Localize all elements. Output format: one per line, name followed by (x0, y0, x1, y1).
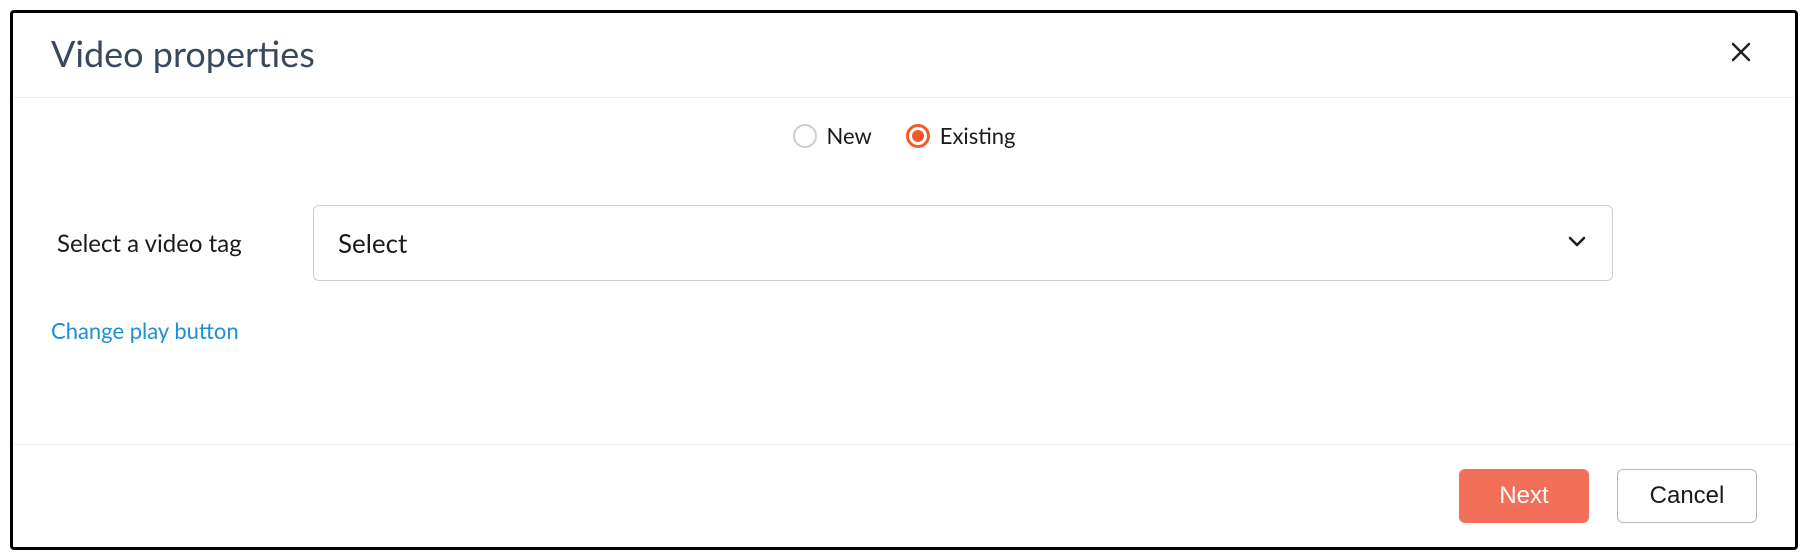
radio-new-label: New (827, 122, 872, 149)
dialog-body: New Existing Select a video tag Select (13, 98, 1795, 444)
close-icon (1729, 40, 1753, 67)
change-play-button-link[interactable]: Change play button (51, 317, 239, 344)
radio-existing-label: Existing (940, 122, 1016, 149)
close-button[interactable] (1725, 36, 1757, 71)
cancel-button[interactable]: Cancel (1617, 469, 1757, 523)
next-button[interactable]: Next (1459, 469, 1589, 523)
radio-group: New Existing (51, 122, 1757, 149)
dialog-title: Video properties (51, 31, 315, 75)
radio-inner-dot (912, 130, 924, 142)
video-properties-dialog: Video properties New Existing (10, 10, 1798, 550)
select-value: Select (338, 227, 407, 259)
dialog-footer: Next Cancel (13, 444, 1795, 547)
select-tag-row: Select a video tag Select (51, 205, 1757, 281)
radio-icon-checked (906, 124, 930, 148)
select-tag-label: Select a video tag (51, 229, 267, 258)
video-tag-select[interactable]: Select (313, 205, 1613, 281)
radio-existing[interactable]: Existing (906, 122, 1016, 149)
radio-new[interactable]: New (793, 122, 872, 149)
dialog-header: Video properties (13, 13, 1795, 98)
video-tag-select-wrapper: Select (313, 205, 1613, 281)
radio-icon-unchecked (793, 124, 817, 148)
